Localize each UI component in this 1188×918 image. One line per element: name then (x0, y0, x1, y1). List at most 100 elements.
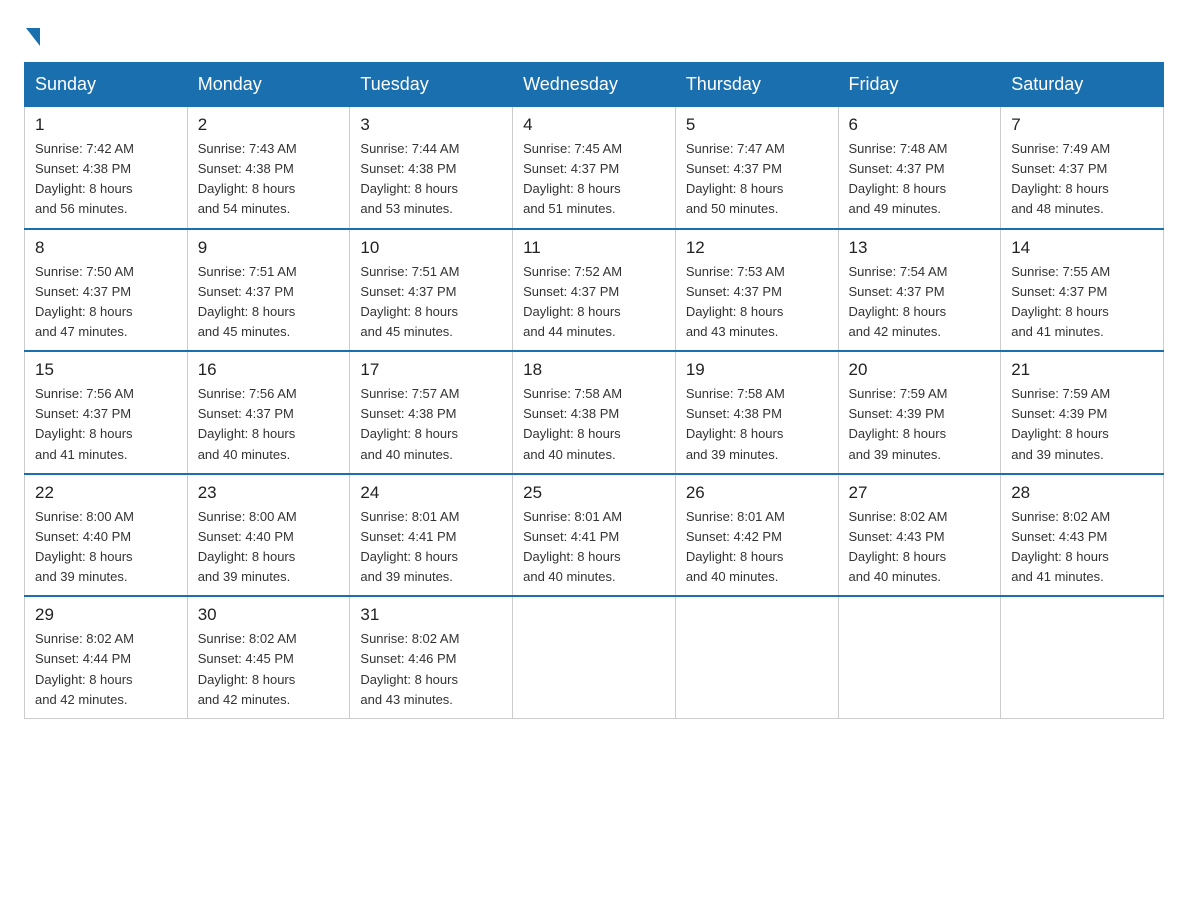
calendar-cell: 27 Sunrise: 8:02 AMSunset: 4:43 PMDaylig… (838, 474, 1001, 597)
day-number: 6 (849, 115, 991, 135)
day-info: Sunrise: 8:00 AMSunset: 4:40 PMDaylight:… (198, 507, 340, 588)
day-info: Sunrise: 8:02 AMSunset: 4:43 PMDaylight:… (849, 507, 991, 588)
day-info: Sunrise: 7:48 AMSunset: 4:37 PMDaylight:… (849, 139, 991, 220)
calendar-cell (1001, 596, 1164, 718)
day-number: 24 (360, 483, 502, 503)
day-number: 19 (686, 360, 828, 380)
calendar-week-row: 22 Sunrise: 8:00 AMSunset: 4:40 PMDaylig… (25, 474, 1164, 597)
day-info: Sunrise: 7:55 AMSunset: 4:37 PMDaylight:… (1011, 262, 1153, 343)
calendar-week-row: 1 Sunrise: 7:42 AMSunset: 4:38 PMDayligh… (25, 106, 1164, 229)
calendar-week-row: 29 Sunrise: 8:02 AMSunset: 4:44 PMDaylig… (25, 596, 1164, 718)
calendar-cell: 4 Sunrise: 7:45 AMSunset: 4:37 PMDayligh… (513, 106, 676, 229)
day-info: Sunrise: 7:51 AMSunset: 4:37 PMDaylight:… (198, 262, 340, 343)
calendar-table: SundayMondayTuesdayWednesdayThursdayFrid… (24, 62, 1164, 719)
day-number: 8 (35, 238, 177, 258)
day-number: 16 (198, 360, 340, 380)
day-number: 21 (1011, 360, 1153, 380)
column-header-saturday: Saturday (1001, 63, 1164, 106)
day-number: 22 (35, 483, 177, 503)
day-number: 7 (1011, 115, 1153, 135)
calendar-cell: 17 Sunrise: 7:57 AMSunset: 4:38 PMDaylig… (350, 351, 513, 474)
calendar-cell: 11 Sunrise: 7:52 AMSunset: 4:37 PMDaylig… (513, 229, 676, 352)
day-number: 25 (523, 483, 665, 503)
day-number: 28 (1011, 483, 1153, 503)
calendar-cell: 3 Sunrise: 7:44 AMSunset: 4:38 PMDayligh… (350, 106, 513, 229)
day-number: 27 (849, 483, 991, 503)
day-info: Sunrise: 7:59 AMSunset: 4:39 PMDaylight:… (1011, 384, 1153, 465)
calendar-cell (513, 596, 676, 718)
calendar-cell: 6 Sunrise: 7:48 AMSunset: 4:37 PMDayligh… (838, 106, 1001, 229)
calendar-cell: 29 Sunrise: 8:02 AMSunset: 4:44 PMDaylig… (25, 596, 188, 718)
day-number: 12 (686, 238, 828, 258)
day-info: Sunrise: 7:42 AMSunset: 4:38 PMDaylight:… (35, 139, 177, 220)
day-number: 29 (35, 605, 177, 625)
logo (24, 24, 40, 42)
day-number: 2 (198, 115, 340, 135)
column-header-wednesday: Wednesday (513, 63, 676, 106)
day-number: 9 (198, 238, 340, 258)
day-number: 30 (198, 605, 340, 625)
day-number: 17 (360, 360, 502, 380)
calendar-cell: 7 Sunrise: 7:49 AMSunset: 4:37 PMDayligh… (1001, 106, 1164, 229)
calendar-cell: 5 Sunrise: 7:47 AMSunset: 4:37 PMDayligh… (675, 106, 838, 229)
calendar-cell: 19 Sunrise: 7:58 AMSunset: 4:38 PMDaylig… (675, 351, 838, 474)
day-info: Sunrise: 7:59 AMSunset: 4:39 PMDaylight:… (849, 384, 991, 465)
day-info: Sunrise: 7:54 AMSunset: 4:37 PMDaylight:… (849, 262, 991, 343)
calendar-cell: 18 Sunrise: 7:58 AMSunset: 4:38 PMDaylig… (513, 351, 676, 474)
day-info: Sunrise: 8:00 AMSunset: 4:40 PMDaylight:… (35, 507, 177, 588)
day-info: Sunrise: 7:56 AMSunset: 4:37 PMDaylight:… (35, 384, 177, 465)
calendar-cell: 23 Sunrise: 8:00 AMSunset: 4:40 PMDaylig… (187, 474, 350, 597)
calendar-cell: 16 Sunrise: 7:56 AMSunset: 4:37 PMDaylig… (187, 351, 350, 474)
day-info: Sunrise: 7:56 AMSunset: 4:37 PMDaylight:… (198, 384, 340, 465)
calendar-cell: 1 Sunrise: 7:42 AMSunset: 4:38 PMDayligh… (25, 106, 188, 229)
day-info: Sunrise: 7:58 AMSunset: 4:38 PMDaylight:… (523, 384, 665, 465)
logo-arrow-icon (26, 28, 40, 46)
day-info: Sunrise: 8:01 AMSunset: 4:42 PMDaylight:… (686, 507, 828, 588)
day-number: 4 (523, 115, 665, 135)
calendar-cell: 2 Sunrise: 7:43 AMSunset: 4:38 PMDayligh… (187, 106, 350, 229)
calendar-cell: 21 Sunrise: 7:59 AMSunset: 4:39 PMDaylig… (1001, 351, 1164, 474)
day-info: Sunrise: 7:50 AMSunset: 4:37 PMDaylight:… (35, 262, 177, 343)
day-info: Sunrise: 7:47 AMSunset: 4:37 PMDaylight:… (686, 139, 828, 220)
calendar-cell: 10 Sunrise: 7:51 AMSunset: 4:37 PMDaylig… (350, 229, 513, 352)
calendar-cell: 25 Sunrise: 8:01 AMSunset: 4:41 PMDaylig… (513, 474, 676, 597)
day-info: Sunrise: 8:02 AMSunset: 4:45 PMDaylight:… (198, 629, 340, 710)
day-info: Sunrise: 7:45 AMSunset: 4:37 PMDaylight:… (523, 139, 665, 220)
day-number: 14 (1011, 238, 1153, 258)
calendar-cell: 22 Sunrise: 8:00 AMSunset: 4:40 PMDaylig… (25, 474, 188, 597)
day-number: 13 (849, 238, 991, 258)
calendar-cell: 8 Sunrise: 7:50 AMSunset: 4:37 PMDayligh… (25, 229, 188, 352)
calendar-cell (675, 596, 838, 718)
day-info: Sunrise: 7:51 AMSunset: 4:37 PMDaylight:… (360, 262, 502, 343)
day-info: Sunrise: 8:01 AMSunset: 4:41 PMDaylight:… (360, 507, 502, 588)
day-number: 3 (360, 115, 502, 135)
day-info: Sunrise: 7:49 AMSunset: 4:37 PMDaylight:… (1011, 139, 1153, 220)
day-number: 15 (35, 360, 177, 380)
column-header-tuesday: Tuesday (350, 63, 513, 106)
calendar-cell: 26 Sunrise: 8:01 AMSunset: 4:42 PMDaylig… (675, 474, 838, 597)
day-number: 18 (523, 360, 665, 380)
calendar-week-row: 15 Sunrise: 7:56 AMSunset: 4:37 PMDaylig… (25, 351, 1164, 474)
calendar-cell: 9 Sunrise: 7:51 AMSunset: 4:37 PMDayligh… (187, 229, 350, 352)
calendar-cell: 14 Sunrise: 7:55 AMSunset: 4:37 PMDaylig… (1001, 229, 1164, 352)
calendar-cell: 31 Sunrise: 8:02 AMSunset: 4:46 PMDaylig… (350, 596, 513, 718)
day-info: Sunrise: 8:02 AMSunset: 4:46 PMDaylight:… (360, 629, 502, 710)
calendar-week-row: 8 Sunrise: 7:50 AMSunset: 4:37 PMDayligh… (25, 229, 1164, 352)
column-header-sunday: Sunday (25, 63, 188, 106)
calendar-header-row: SundayMondayTuesdayWednesdayThursdayFrid… (25, 63, 1164, 106)
day-number: 31 (360, 605, 502, 625)
calendar-cell: 13 Sunrise: 7:54 AMSunset: 4:37 PMDaylig… (838, 229, 1001, 352)
day-info: Sunrise: 7:53 AMSunset: 4:37 PMDaylight:… (686, 262, 828, 343)
day-info: Sunrise: 8:02 AMSunset: 4:43 PMDaylight:… (1011, 507, 1153, 588)
day-info: Sunrise: 7:58 AMSunset: 4:38 PMDaylight:… (686, 384, 828, 465)
calendar-cell: 15 Sunrise: 7:56 AMSunset: 4:37 PMDaylig… (25, 351, 188, 474)
day-info: Sunrise: 8:01 AMSunset: 4:41 PMDaylight:… (523, 507, 665, 588)
day-info: Sunrise: 7:57 AMSunset: 4:38 PMDaylight:… (360, 384, 502, 465)
day-number: 5 (686, 115, 828, 135)
column-header-friday: Friday (838, 63, 1001, 106)
day-number: 11 (523, 238, 665, 258)
column-header-thursday: Thursday (675, 63, 838, 106)
day-info: Sunrise: 7:44 AMSunset: 4:38 PMDaylight:… (360, 139, 502, 220)
day-info: Sunrise: 8:02 AMSunset: 4:44 PMDaylight:… (35, 629, 177, 710)
calendar-cell: 30 Sunrise: 8:02 AMSunset: 4:45 PMDaylig… (187, 596, 350, 718)
